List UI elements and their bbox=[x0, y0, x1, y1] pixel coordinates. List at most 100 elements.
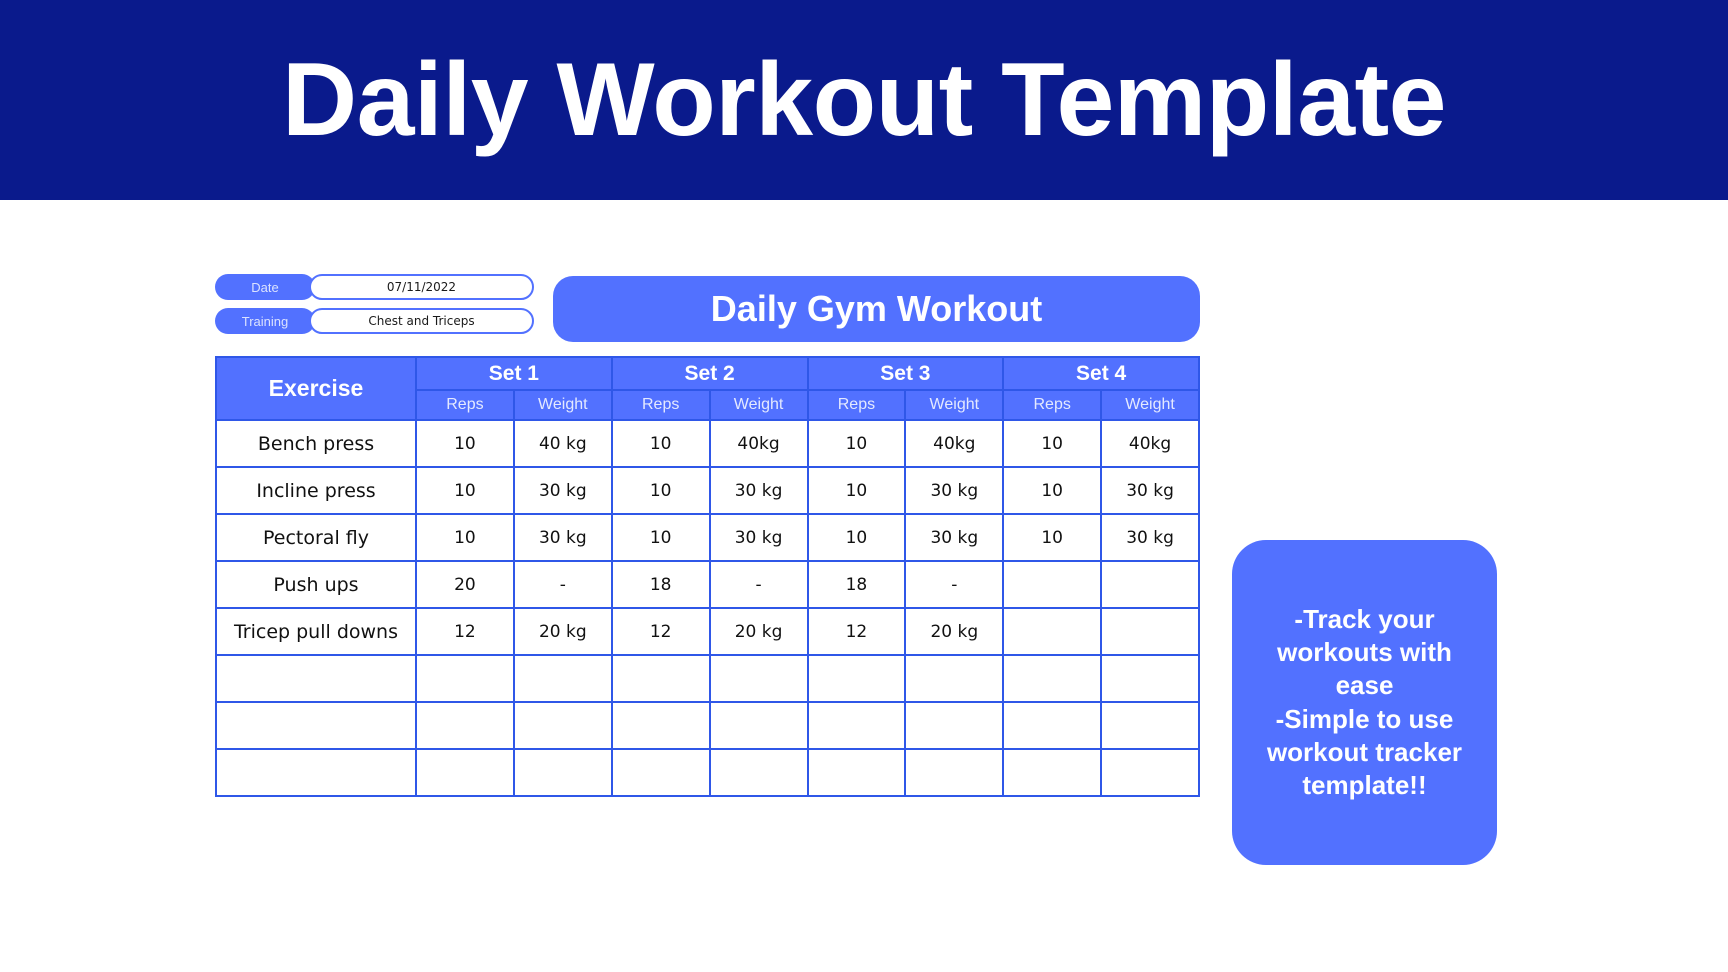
cell-set4-weight[interactable] bbox=[1100, 701, 1200, 750]
cell-exercise[interactable]: Tricep pull downs bbox=[215, 607, 417, 656]
cell-set1-weight[interactable]: 30 kg bbox=[512, 513, 613, 562]
column-subheader-set1-weight: Weight bbox=[512, 389, 613, 421]
cell-set2-weight[interactable]: 30 kg bbox=[708, 513, 809, 562]
cell-set2-weight[interactable] bbox=[708, 748, 809, 797]
cell-set2-weight[interactable]: 20 kg bbox=[708, 607, 809, 656]
cell-set3-weight[interactable] bbox=[904, 701, 1005, 750]
cell-set4-weight[interactable]: 30 kg bbox=[1100, 513, 1200, 562]
cell-set2-reps[interactable]: 10 bbox=[610, 513, 711, 562]
cell-set4-reps[interactable] bbox=[1002, 748, 1103, 797]
cell-set2-weight[interactable]: 40kg bbox=[708, 419, 809, 468]
cell-set1-weight[interactable]: 40 kg bbox=[512, 419, 613, 468]
cell-set1-weight[interactable] bbox=[512, 654, 613, 703]
column-header-set-3: Set 3 bbox=[806, 356, 1005, 391]
table-row bbox=[215, 701, 1200, 750]
cell-exercise[interactable]: Pectoral fly bbox=[215, 513, 417, 562]
cell-set3-reps[interactable] bbox=[806, 654, 907, 703]
cell-exercise[interactable]: Push ups bbox=[215, 560, 417, 609]
cell-set4-reps[interactable] bbox=[1002, 701, 1103, 750]
table-row: Pectoral fly 10 30 kg 10 30 kg 10 30 kg 10 30 kg bbox=[215, 513, 1200, 562]
cell-set3-reps[interactable]: 18 bbox=[806, 560, 907, 609]
date-field-row: Date 07/11/2022 bbox=[215, 274, 545, 300]
table-row: Tricep pull downs 12 20 kg 12 20 kg 12 20 kg bbox=[215, 607, 1200, 656]
page-canvas: Date 07/11/2022 Training Chest and Trice… bbox=[0, 200, 1728, 972]
training-field-value[interactable]: Chest and Triceps bbox=[309, 308, 534, 334]
cell-set1-reps[interactable]: 12 bbox=[415, 607, 515, 656]
column-subheader-set4-weight: Weight bbox=[1100, 389, 1200, 421]
callout-box: -Track your workouts with ease -Simple t… bbox=[1232, 540, 1497, 865]
cell-set2-weight[interactable] bbox=[708, 701, 809, 750]
column-subheader-set2-weight: Weight bbox=[708, 389, 809, 421]
column-subheader-set3-weight: Weight bbox=[904, 389, 1005, 421]
cell-set1-weight[interactable]: - bbox=[512, 560, 613, 609]
table-row bbox=[215, 654, 1200, 703]
cell-set3-weight[interactable] bbox=[904, 748, 1005, 797]
cell-set2-reps[interactable] bbox=[610, 701, 711, 750]
cell-set3-reps[interactable]: 10 bbox=[806, 513, 907, 562]
training-field-row: Training Chest and Triceps bbox=[215, 308, 545, 334]
workout-table: Exercise Set 1 Set 2 Set 3 Set 4 Reps We… bbox=[215, 356, 1200, 797]
cell-set4-reps[interactable] bbox=[1002, 607, 1103, 656]
cell-set1-reps[interactable]: 10 bbox=[415, 419, 515, 468]
cell-set4-weight[interactable] bbox=[1100, 560, 1200, 609]
date-field-value[interactable]: 07/11/2022 bbox=[309, 274, 534, 300]
cell-set2-weight[interactable] bbox=[708, 654, 809, 703]
cell-set1-reps[interactable]: 10 bbox=[415, 513, 515, 562]
cell-set4-weight[interactable] bbox=[1100, 607, 1200, 656]
cell-set2-weight[interactable]: - bbox=[708, 560, 809, 609]
workout-worksheet: Date 07/11/2022 Training Chest and Trice… bbox=[215, 262, 1200, 797]
cell-set2-reps[interactable] bbox=[610, 748, 711, 797]
cell-exercise[interactable] bbox=[215, 701, 417, 750]
column-header-set-1: Set 1 bbox=[415, 356, 613, 391]
column-header-set-2: Set 2 bbox=[610, 356, 809, 391]
cell-set1-reps[interactable]: 10 bbox=[415, 466, 515, 515]
cell-set3-weight[interactable]: - bbox=[904, 560, 1005, 609]
worksheet-fields: Date 07/11/2022 Training Chest and Trice… bbox=[215, 262, 545, 334]
cell-set4-reps[interactable] bbox=[1002, 560, 1103, 609]
cell-set4-weight[interactable]: 30 kg bbox=[1100, 466, 1200, 515]
cell-set1-reps[interactable] bbox=[415, 748, 515, 797]
cell-set2-reps[interactable]: 18 bbox=[610, 560, 711, 609]
cell-set4-reps[interactable] bbox=[1002, 654, 1103, 703]
cell-set1-weight[interactable]: 20 kg bbox=[512, 607, 613, 656]
cell-set2-reps[interactable] bbox=[610, 654, 711, 703]
cell-set1-weight[interactable]: 30 kg bbox=[512, 466, 613, 515]
cell-set3-reps[interactable]: 12 bbox=[806, 607, 907, 656]
cell-set4-weight[interactable]: 40kg bbox=[1100, 419, 1200, 468]
column-header-exercise: Exercise bbox=[215, 356, 417, 421]
cell-set2-weight[interactable]: 30 kg bbox=[708, 466, 809, 515]
cell-set2-reps[interactable]: 12 bbox=[610, 607, 711, 656]
cell-set3-weight[interactable]: 30 kg bbox=[904, 466, 1005, 515]
worksheet-banner-title: Daily Gym Workout bbox=[553, 276, 1200, 342]
cell-set4-reps[interactable]: 10 bbox=[1002, 466, 1103, 515]
cell-set3-reps[interactable]: 10 bbox=[806, 466, 907, 515]
table-row: Push ups 20-18-18- bbox=[215, 560, 1200, 609]
cell-exercise[interactable] bbox=[215, 748, 417, 797]
cell-set2-reps[interactable]: 10 bbox=[610, 419, 711, 468]
cell-set3-weight[interactable]: 30 kg bbox=[904, 513, 1005, 562]
column-header-set-4: Set 4 bbox=[1002, 356, 1200, 391]
cell-set4-reps[interactable]: 10 bbox=[1002, 513, 1103, 562]
cell-set4-reps[interactable]: 10 bbox=[1002, 419, 1103, 468]
cell-set2-reps[interactable]: 10 bbox=[610, 466, 711, 515]
cell-exercise[interactable]: Bench press bbox=[215, 419, 417, 468]
cell-set3-weight[interactable]: 40kg bbox=[904, 419, 1005, 468]
page-title: Daily Workout Template bbox=[281, 42, 1447, 158]
cell-set1-reps[interactable] bbox=[415, 701, 515, 750]
column-subheader-set2-reps: Reps bbox=[610, 389, 711, 421]
cell-exercise[interactable] bbox=[215, 654, 417, 703]
cell-set1-weight[interactable] bbox=[512, 701, 613, 750]
cell-set3-reps[interactable] bbox=[806, 701, 907, 750]
training-field-label: Training bbox=[215, 308, 315, 334]
cell-set3-weight[interactable]: 20 kg bbox=[904, 607, 1005, 656]
cell-set1-weight[interactable] bbox=[512, 748, 613, 797]
cell-set4-weight[interactable] bbox=[1100, 748, 1200, 797]
cell-set3-reps[interactable]: 10 bbox=[806, 419, 907, 468]
cell-set1-reps[interactable] bbox=[415, 654, 515, 703]
cell-exercise[interactable]: Incline press bbox=[215, 466, 417, 515]
cell-set3-weight[interactable] bbox=[904, 654, 1005, 703]
column-subheader-set4-reps: Reps bbox=[1002, 389, 1103, 421]
cell-set4-weight[interactable] bbox=[1100, 654, 1200, 703]
cell-set1-reps[interactable]: 20 bbox=[415, 560, 515, 609]
cell-set3-reps[interactable] bbox=[806, 748, 907, 797]
